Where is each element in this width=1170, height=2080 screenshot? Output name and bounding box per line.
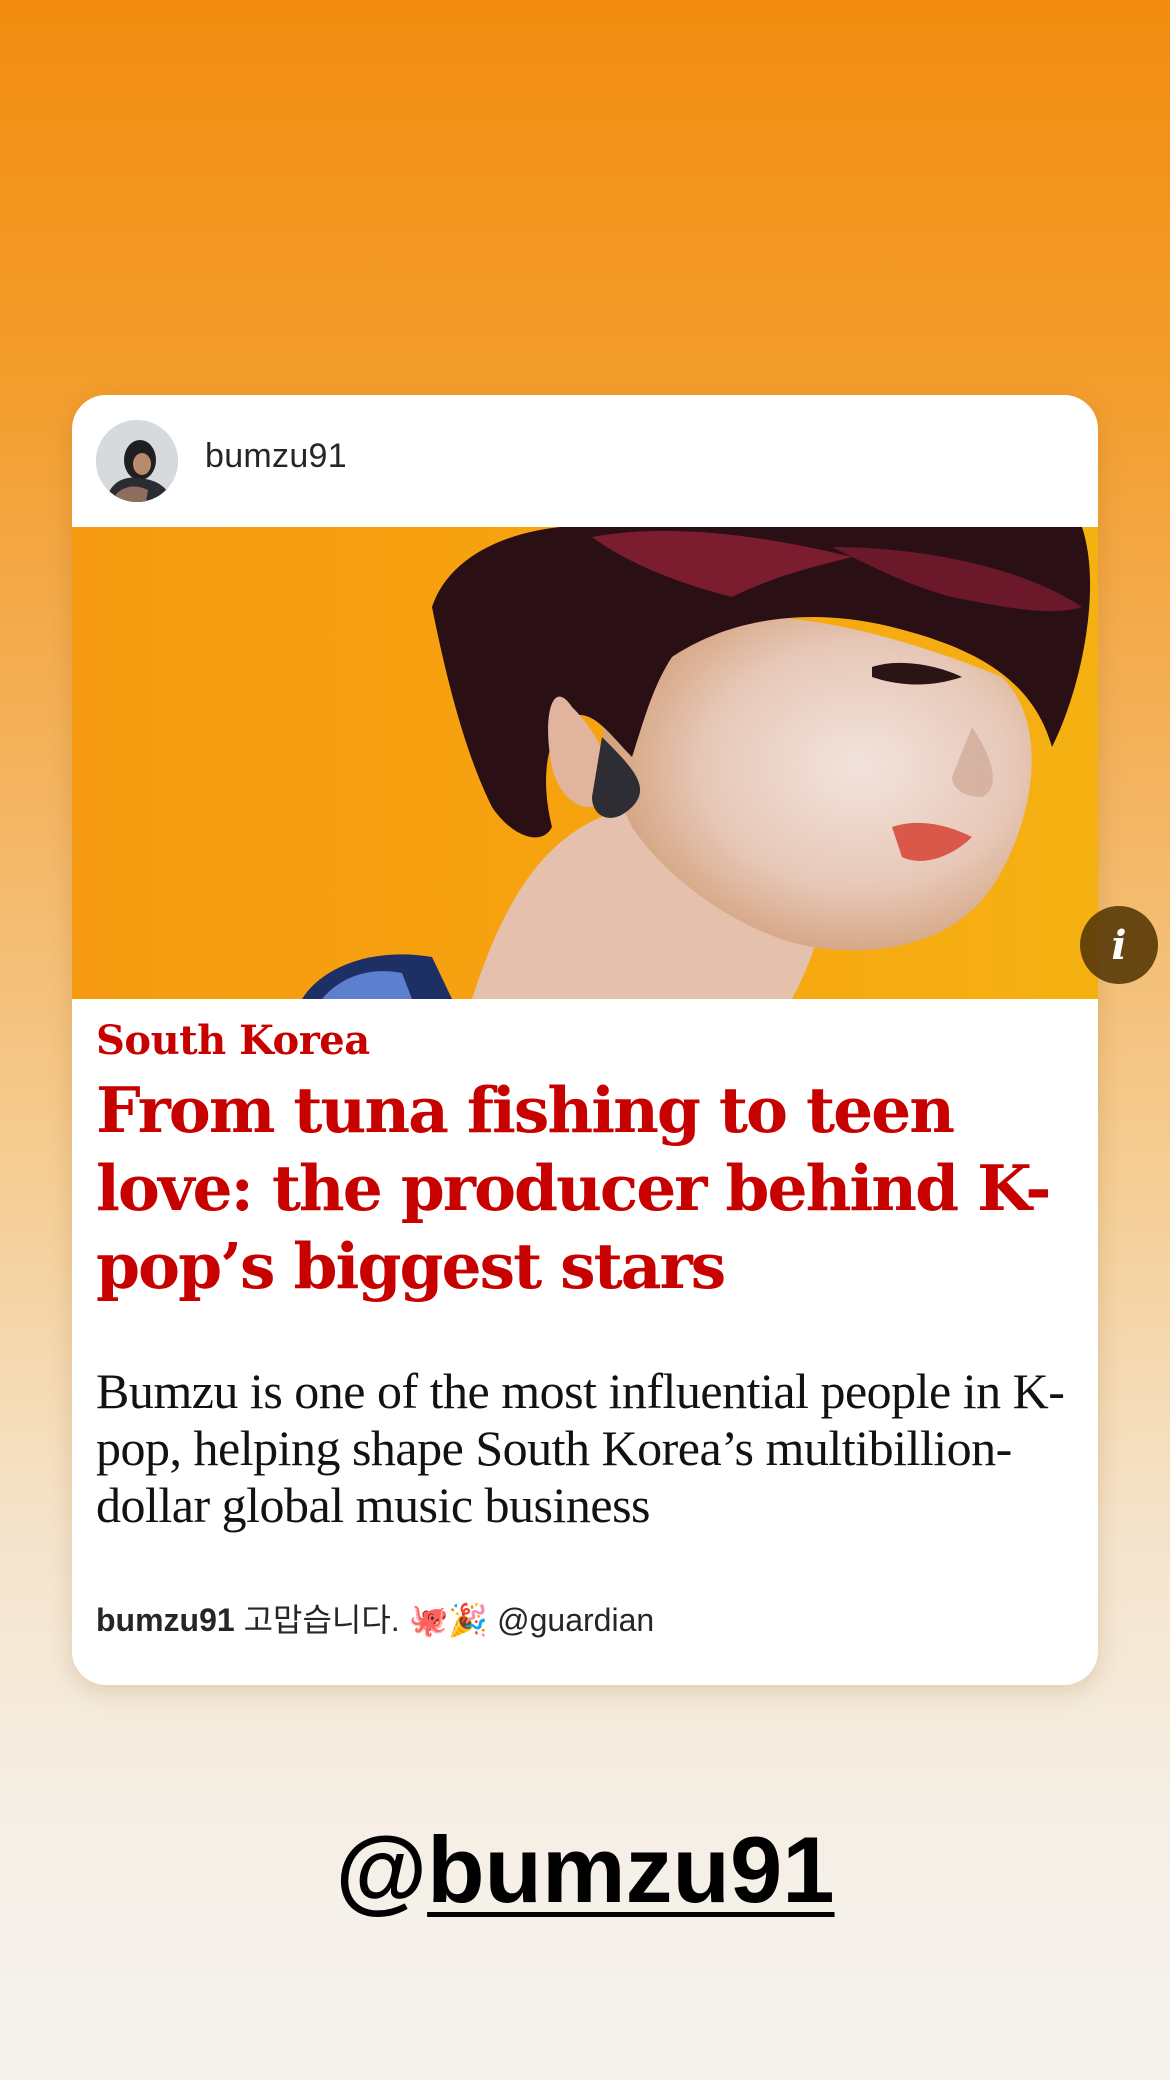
article-hero-image [72, 527, 1098, 999]
post-caption: bumzu91 고맙습니다. 🐙🎉 @guardian [96, 1595, 654, 1641]
mention-at-symbol: @ [335, 1817, 428, 1922]
article-headline[interactable]: From tuna fishing to teen love: the prod… [96, 1071, 1086, 1305]
caption-text: 고맙습니다. 🐙🎉 @guardian [243, 1602, 655, 1638]
mention-sticker[interactable]: @bumzu91 [0, 1816, 1170, 1924]
caption-username[interactable]: bumzu91 [96, 1602, 235, 1638]
article-standfirst: Bumzu is one of the most influential peo… [96, 1363, 1065, 1533]
mention-handle[interactable]: bumzu91 [427, 1817, 834, 1922]
post-header: bumzu91 [72, 395, 1098, 527]
post-username[interactable]: bumzu91 [205, 437, 347, 476]
info-label: i [1111, 921, 1127, 969]
article-section-label: South Korea [96, 1017, 370, 1064]
avatar[interactable] [96, 420, 178, 502]
info-icon[interactable]: i [1080, 906, 1158, 984]
avatar-image [96, 420, 178, 502]
shared-post-card[interactable]: bumzu91 South Korea From tuna fishing to… [72, 395, 1098, 1685]
